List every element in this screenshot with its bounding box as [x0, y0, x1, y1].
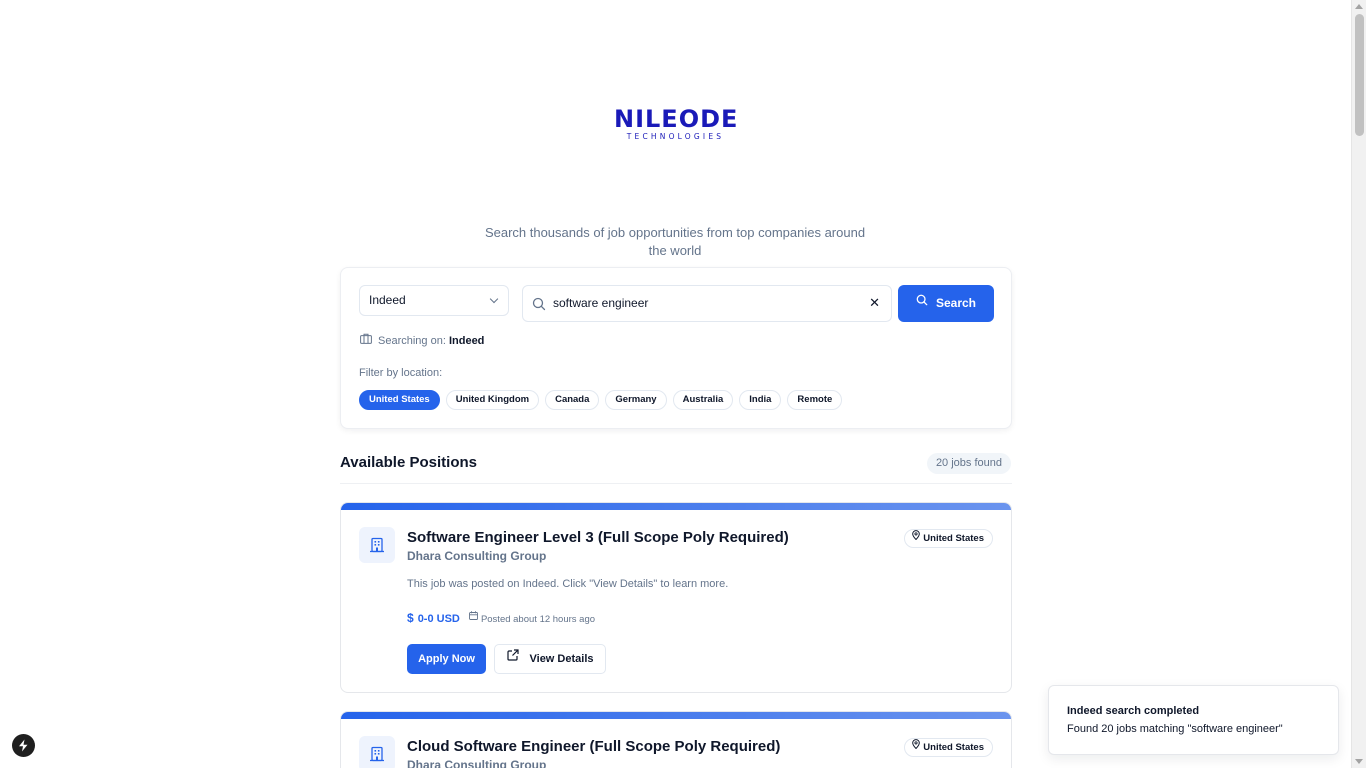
posted-date-text: Posted about 12 hours ago — [480, 614, 596, 625]
logo-subtitle: TECHNOLOGIES — [626, 132, 725, 141]
toast-notification: Indeed search completed Found 20 jobs ma… — [1048, 685, 1339, 755]
dev-tools-button[interactable] — [12, 734, 35, 757]
map-pin-icon — [912, 529, 921, 546]
location-filter-label: Filter by location: — [359, 367, 443, 379]
dollar-icon: $ — [407, 611, 414, 625]
scroll-down-arrow-icon[interactable] — [1355, 759, 1363, 764]
scroll-up-arrow-icon[interactable] — [1355, 4, 1363, 9]
job-source-value: Indeed — [369, 293, 406, 307]
searching-on-value: Indeed — [448, 335, 485, 347]
location-chip-canada[interactable]: Canada — [545, 390, 600, 410]
building-icon — [359, 736, 395, 768]
toast-title: Indeed search completed — [1067, 705, 1200, 717]
location-badge-label: United States — [923, 533, 984, 544]
location-badge: United States — [904, 738, 993, 757]
building-icon — [359, 527, 395, 563]
location-filter-chips: United States United Kingdom Canada Germ… — [359, 390, 843, 410]
job-title[interactable]: Cloud Software Engineer (Full Scope Poly… — [407, 738, 780, 756]
search-icon — [532, 297, 546, 316]
calendar-icon — [468, 611, 478, 625]
page-scrollbar[interactable] — [1351, 0, 1366, 768]
location-chip-united-kingdom[interactable]: United Kingdom — [445, 390, 540, 410]
location-chip-germany[interactable]: Germany — [605, 390, 667, 410]
company-name: Dhara Consulting Group — [407, 758, 547, 768]
company-name: Dhara Consulting Group — [407, 549, 547, 563]
salary: $0-0 USD — [407, 611, 460, 625]
job-card: Software Engineer Level 3 (Full Scope Po… — [340, 502, 1012, 693]
location-chip-remote[interactable]: Remote — [787, 390, 843, 410]
map-pin-icon — [912, 738, 921, 755]
searching-on-label: Searching on: — [378, 335, 446, 347]
job-title[interactable]: Software Engineer Level 3 (Full Scope Po… — [407, 529, 789, 547]
external-link-icon — [506, 644, 519, 672]
chevron-down-icon — [489, 294, 499, 304]
location-chip-australia[interactable]: Australia — [672, 390, 734, 410]
job-description: This job was posted on Indeed. Click "Vi… — [407, 578, 729, 590]
search-panel: Indeed software engineer ✕ Search Search… — [340, 267, 1012, 429]
salary-value: 0-0 USD — [417, 613, 460, 625]
view-details-label: View Details — [529, 653, 594, 665]
tagline: Search thousands of job opportunities fr… — [484, 225, 866, 258]
briefcase-icon — [360, 333, 372, 348]
search-icon — [916, 284, 928, 321]
apply-now-button[interactable]: Apply Now — [407, 644, 486, 674]
company-logo: NILEODE TECHNOLOGIES — [614, 105, 739, 141]
divider — [340, 483, 1012, 484]
search-button-label: Search — [935, 296, 977, 310]
location-badge: United States — [904, 529, 993, 548]
location-badge-label: United States — [923, 742, 984, 753]
search-button[interactable]: Search — [898, 285, 994, 322]
view-details-button[interactable]: View Details — [494, 644, 606, 674]
results-heading: Available Positions — [340, 454, 477, 471]
results-count-badge: 20 jobs found — [926, 453, 1011, 474]
job-card-accent-bar — [341, 712, 1011, 719]
search-input[interactable]: software engineer ✕ — [522, 285, 892, 322]
posted-date: Posted about 12 hours ago — [468, 611, 596, 625]
job-card: Cloud Software Engineer (Full Scope Poly… — [340, 711, 1012, 768]
job-source-select[interactable]: Indeed — [359, 285, 509, 316]
location-chip-india[interactable]: India — [739, 390, 782, 410]
job-card-accent-bar — [341, 503, 1011, 510]
toast-message: Found 20 jobs matching "software enginee… — [1067, 723, 1283, 735]
job-meta: $0-0 USD Posted about 12 hours ago — [407, 611, 595, 627]
search-query: software engineer — [553, 296, 649, 310]
scrollbar-thumb[interactable] — [1355, 14, 1364, 136]
searching-on-indicator: Searching on: Indeed — [360, 333, 485, 348]
clear-search-icon[interactable]: ✕ — [869, 296, 880, 310]
logo-wordmark: NILEODE — [614, 105, 739, 133]
location-chip-united-states[interactable]: United States — [359, 390, 440, 410]
